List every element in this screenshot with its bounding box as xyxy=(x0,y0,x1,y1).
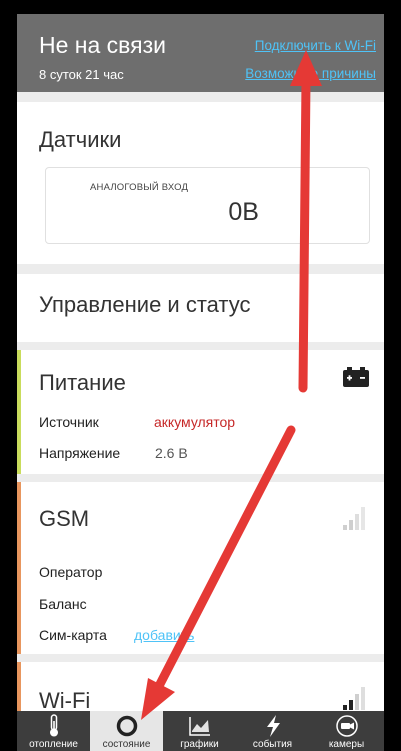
add-sim-link[interactable]: добавить xyxy=(134,627,194,643)
nav-charts-label: графики xyxy=(180,739,219,750)
power-source-value: аккумулятор xyxy=(154,414,236,430)
nav-heating[interactable]: отопление xyxy=(17,711,90,751)
signal-strength-icon xyxy=(343,507,365,530)
sim-card-label: Сим-карта xyxy=(39,627,107,643)
chart-icon xyxy=(188,717,210,736)
analog-input-label: АНАЛОГОВЫЙ ВХОД xyxy=(90,182,189,193)
connection-status-title: Не на связи xyxy=(39,32,166,58)
wifi-signal-icon xyxy=(343,687,365,710)
analog-input-tile[interactable]: АНАЛОГОВЫЙ ВХОД 0В xyxy=(45,167,370,244)
nav-charts[interactable]: графики xyxy=(163,711,236,751)
bottom-navigation: отопление состояние графики события каме… xyxy=(17,711,384,751)
nav-events[interactable]: события xyxy=(236,711,309,751)
nav-heating-label: отопление xyxy=(29,739,78,750)
sensors-title: Датчики xyxy=(39,127,122,152)
power-title: Питание xyxy=(39,370,126,395)
analog-input-value: 0В xyxy=(228,198,259,226)
nav-status[interactable]: состояние xyxy=(90,711,163,751)
battery-icon xyxy=(343,367,369,387)
control-status-title: Управление и статус xyxy=(39,292,251,317)
power-card: Питание Источник аккумулятор Напряжение … xyxy=(17,350,384,474)
nav-events-label: события xyxy=(252,739,293,750)
connect-wifi-link[interactable]: Подключить к Wi-Fi xyxy=(255,38,376,53)
thermometer-icon xyxy=(49,714,58,737)
ring-icon xyxy=(116,715,137,737)
gsm-title: GSM xyxy=(39,506,90,531)
power-source-label: Источник xyxy=(39,414,99,430)
possible-reasons-link[interactable]: Возможные причины xyxy=(245,66,376,81)
nav-cameras-label: камеры xyxy=(328,739,365,750)
balance-label: Баланс xyxy=(39,596,87,612)
gsm-card: GSM Оператор Баланс Сим-карта добавить xyxy=(17,482,384,654)
control-status-card[interactable]: Управление и статус xyxy=(17,274,384,342)
nav-status-label: состояние xyxy=(102,739,151,750)
connection-status-bar: Не на связи 8 суток 21 час Подключить к … xyxy=(17,14,384,92)
voltage-value: 2.6 В xyxy=(155,445,188,461)
nav-cameras[interactable]: камеры xyxy=(309,711,384,751)
lightning-icon xyxy=(266,715,280,737)
operator-label: Оператор xyxy=(39,564,103,580)
app-screen: Не на связи 8 суток 21 час Подключить к … xyxy=(17,14,384,751)
offline-duration: 8 суток 21 час xyxy=(39,67,124,82)
voltage-label: Напряжение xyxy=(39,445,121,461)
sensors-card: Датчики АНАЛОГОВЫЙ ВХОД 0В xyxy=(17,102,384,264)
camera-icon xyxy=(335,715,358,737)
